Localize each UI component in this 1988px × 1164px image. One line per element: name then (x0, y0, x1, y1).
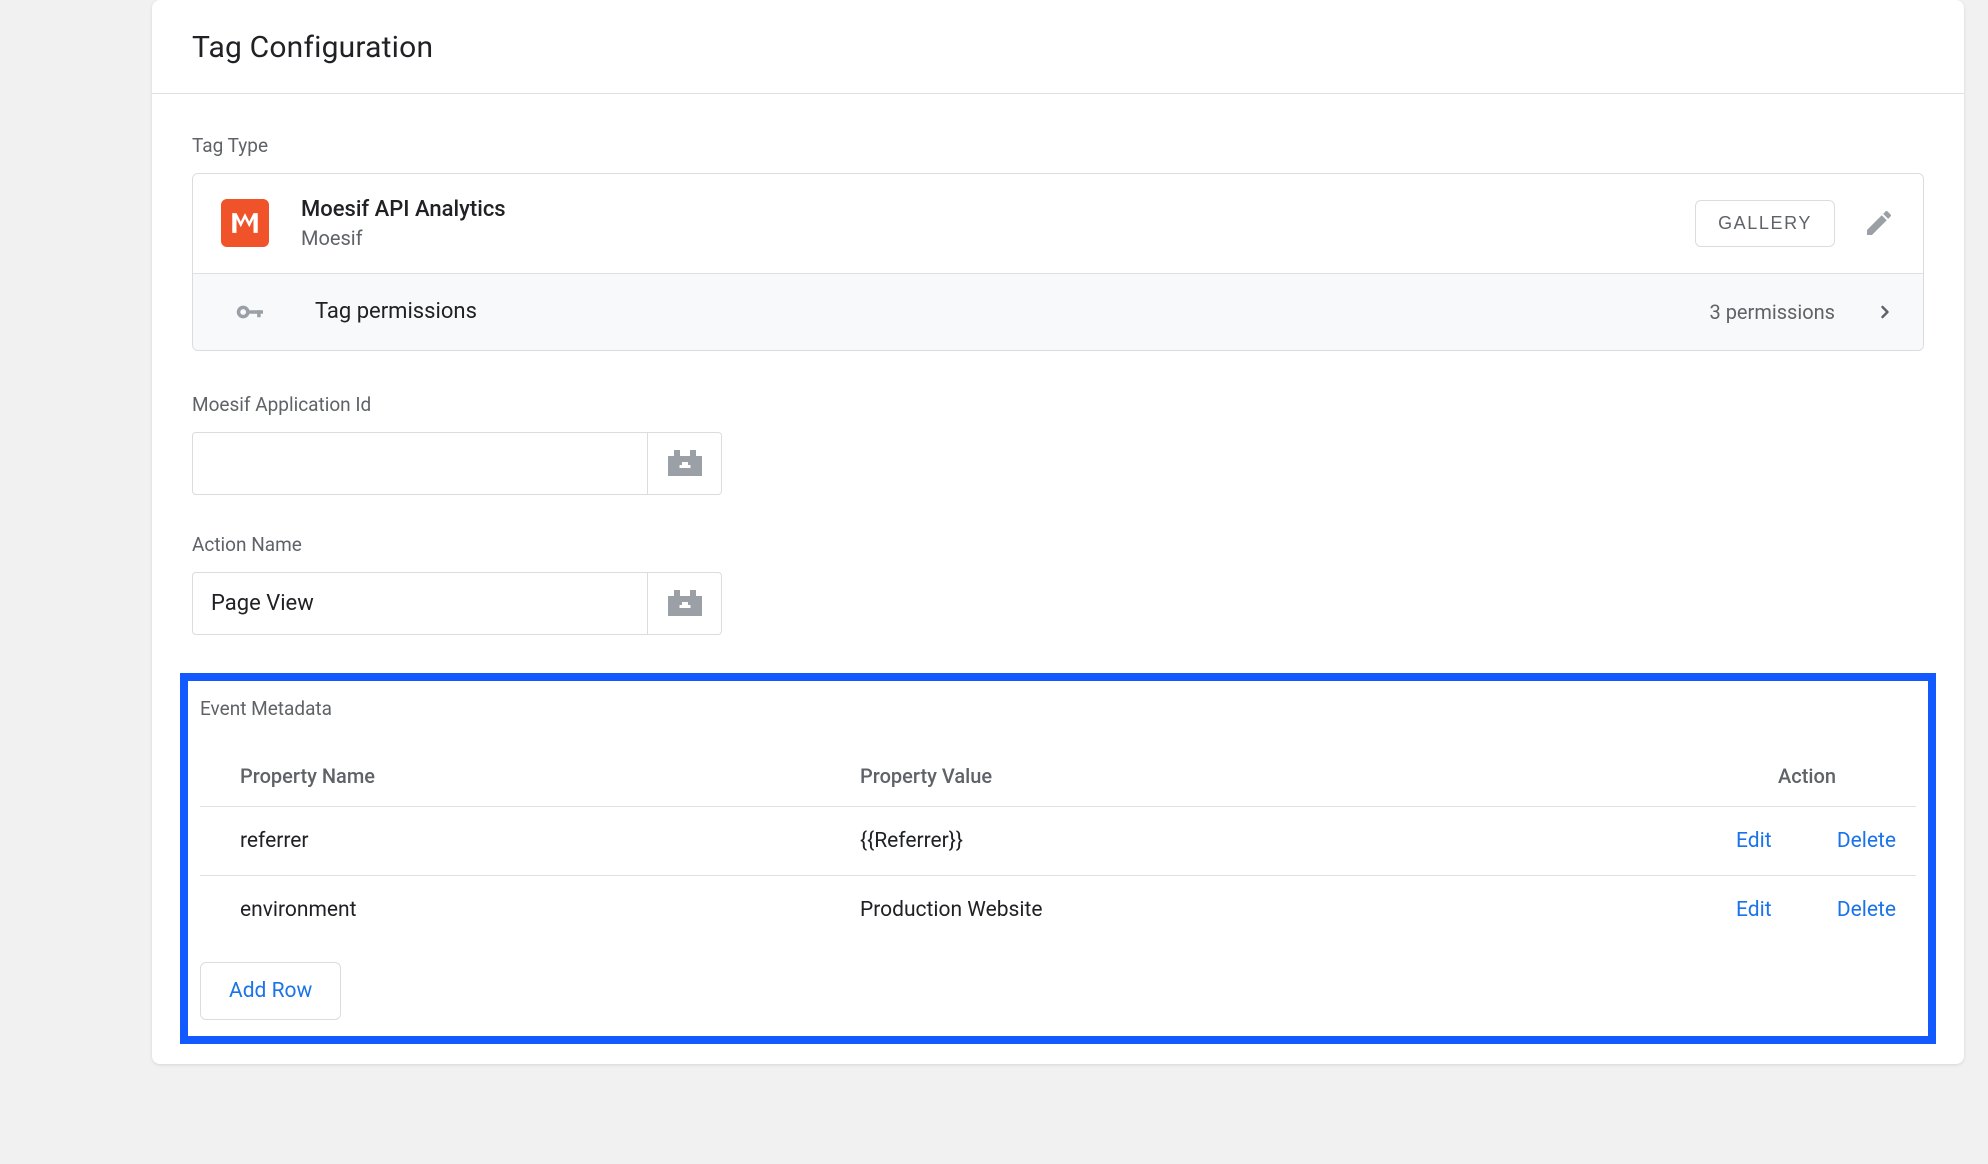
card-title: Tag Configuration (192, 30, 1924, 65)
action-name-variable-button[interactable] (648, 572, 722, 635)
card-header: Tag Configuration (152, 0, 1964, 94)
col-header-value: Property Value (860, 748, 1596, 807)
card-body: Tag Type Moesif API Analytics Moesif GAL… (152, 94, 1964, 1064)
app-id-input-group (192, 432, 722, 495)
metadata-value: {{Referrer}} (860, 806, 1596, 875)
metadata-actions: Edit Delete (1596, 875, 1916, 944)
edit-button[interactable]: Edit (1736, 829, 1772, 853)
moesif-logo-icon (221, 199, 269, 247)
permissions-count: 3 permissions (1710, 300, 1836, 324)
permissions-label: Tag permissions (315, 299, 1710, 324)
gallery-button[interactable]: GALLERY (1695, 200, 1835, 247)
col-header-name: Property Name (200, 748, 860, 807)
action-name-input[interactable] (192, 572, 648, 635)
tag-type-row: Moesif API Analytics Moesif GALLERY (193, 174, 1923, 273)
tag-type-box: Moesif API Analytics Moesif GALLERY Tag … (192, 173, 1924, 351)
metadata-name: referrer (200, 806, 860, 875)
edit-button[interactable]: Edit (1736, 898, 1772, 922)
tag-type-vendor: Moesif (301, 225, 1695, 251)
app-id-field: Moesif Application Id (192, 393, 1924, 495)
event-metadata-highlight: Event Metadata Property Name Property Va… (180, 673, 1936, 1044)
edit-icon[interactable] (1863, 207, 1895, 239)
delete-button[interactable]: Delete (1837, 898, 1896, 922)
metadata-value: Production Website (860, 875, 1596, 944)
metadata-name: environment (200, 875, 860, 944)
tag-configuration-card: Tag Configuration Tag Type Moesif API An… (152, 0, 1964, 1064)
tag-permissions-row[interactable]: Tag permissions 3 permissions (193, 273, 1923, 350)
tag-type-name: Moesif API Analytics (301, 196, 1695, 225)
app-id-input[interactable] (192, 432, 648, 495)
metadata-row: referrer {{Referrer}} Edit Delete (200, 806, 1916, 875)
action-name-field: Action Name (192, 533, 1924, 635)
key-icon (235, 298, 263, 326)
chevron-right-icon (1875, 302, 1895, 322)
tag-type-label: Tag Type (192, 134, 1924, 157)
variable-brick-icon (668, 590, 702, 616)
delete-button[interactable]: Delete (1837, 829, 1896, 853)
action-name-input-group (192, 572, 722, 635)
metadata-actions: Edit Delete (1596, 806, 1916, 875)
app-id-label: Moesif Application Id (192, 393, 1924, 416)
col-header-action: Action (1596, 748, 1916, 807)
tag-type-info: Moesif API Analytics Moesif (301, 196, 1695, 251)
add-row-button[interactable]: Add Row (200, 962, 341, 1020)
event-metadata-label: Event Metadata (200, 697, 1916, 720)
action-name-label: Action Name (192, 533, 1924, 556)
metadata-table: Property Name Property Value Action refe… (200, 748, 1916, 944)
variable-brick-icon (668, 450, 702, 476)
metadata-row: environment Production Website Edit Dele… (200, 875, 1916, 944)
app-id-variable-button[interactable] (648, 432, 722, 495)
